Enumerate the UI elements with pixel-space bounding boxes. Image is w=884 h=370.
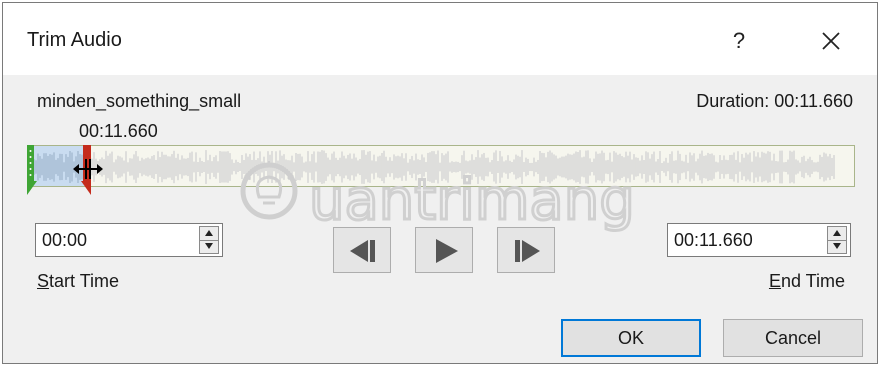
start-time-decrement-button[interactable] (200, 240, 218, 253)
previous-frame-button[interactable] (333, 227, 391, 273)
start-time-input[interactable] (36, 224, 196, 256)
play-button[interactable] (415, 227, 473, 273)
next-frame-icon (515, 240, 540, 262)
start-time-increment-button[interactable] (200, 227, 218, 241)
close-button[interactable] (809, 21, 853, 61)
end-time-spinner (827, 226, 847, 254)
playhead-time-label: 00:11.660 (79, 121, 158, 141)
play-icon (436, 239, 458, 263)
start-time-label: Start Time (37, 271, 119, 292)
start-trim-handle[interactable] (27, 143, 39, 197)
end-time-decrement-button[interactable] (828, 240, 846, 253)
start-time-label-text: tart Time (49, 271, 120, 291)
media-filename: minden_something_small (37, 91, 242, 111)
help-button[interactable]: ? (719, 23, 759, 59)
end-time-label: End Time (769, 271, 845, 292)
next-frame-button[interactable] (497, 227, 555, 273)
previous-frame-icon (350, 240, 375, 262)
trim-audio-dialog: Trim Audio ? minden_something_small Dura… (2, 2, 878, 364)
start-time-field (35, 223, 223, 257)
close-icon (822, 32, 840, 50)
resize-cursor-icon (73, 159, 103, 179)
dialog-title: Trim Audio (27, 29, 122, 51)
media-duration: Duration: 00:11.660 (696, 91, 853, 111)
start-time-label-mnemonic: S (37, 271, 50, 291)
end-time-label-mnemonic: E (768, 271, 781, 291)
end-time-input[interactable] (668, 224, 824, 256)
start-time-spinner (199, 226, 219, 254)
title-bar: Trim Audio ? (3, 3, 877, 75)
ok-button[interactable]: OK (561, 319, 701, 357)
end-time-field (667, 223, 851, 257)
end-time-increment-button[interactable] (828, 227, 846, 241)
waveform-graphic (29, 150, 835, 184)
end-time-label-text: nd Time (780, 271, 845, 291)
cancel-button[interactable]: Cancel (723, 319, 863, 357)
audio-waveform[interactable] (27, 145, 855, 187)
